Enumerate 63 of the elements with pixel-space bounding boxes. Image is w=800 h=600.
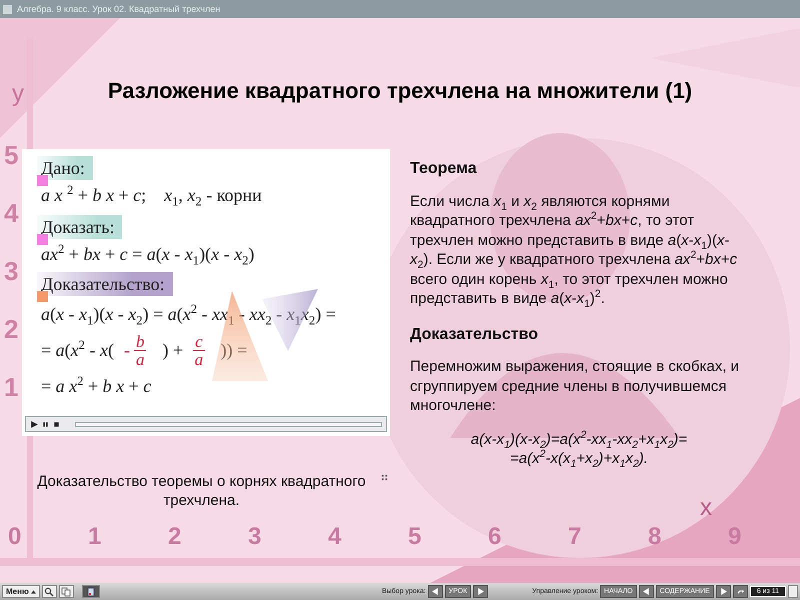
formula: = a(x$^{2}$ - x(: [41, 340, 114, 360]
previous-button[interactable]: [638, 585, 654, 598]
return-button[interactable]: [732, 585, 748, 598]
copy-icon: [61, 586, 72, 596]
section-label: Доказательство:: [37, 272, 173, 296]
next-button[interactable]: [473, 585, 488, 598]
formula: a(x - x$_{1}$)(x - x$_{2}$) = a(x$^{2}$ - xx$_{1}$ - xx$_{2}$ - x$_{1}$x$_{2}$) =: [41, 304, 336, 324]
formula: a(x-x$_{1}$)(x-x$_{2}$)=a(x$^{2}$-xx$_{1}$-xx$_{2}$+x$_{1}$x$_{2}$)=: [470, 430, 688, 449]
app-button[interactable]: [82, 585, 100, 598]
proof-heading: Доказательство: [410, 324, 539, 344]
dots-icon[interactable]: [380, 474, 388, 481]
notebook-icon: [86, 586, 96, 596]
fraction: c a: [193, 332, 205, 368]
copy-button[interactable]: [58, 585, 74, 598]
section-label: Доказать:: [37, 215, 122, 239]
next-button[interactable]: [716, 585, 731, 598]
formula: )) =: [220, 340, 248, 360]
axis-tick-label: 0: [8, 523, 22, 551]
axis-tick-label: 8: [648, 523, 662, 551]
caret-icon: [30, 590, 36, 594]
left-arrow-icon: [642, 588, 650, 595]
return-arrow-icon: [736, 588, 744, 595]
stop-icon[interactable]: [52, 420, 61, 428]
play-icon[interactable]: [30, 420, 39, 428]
formula: = a x$^{2}$ + b x + c: [41, 376, 152, 396]
axis-tick-label: 5: [408, 523, 422, 551]
progress-track[interactable]: [75, 422, 382, 426]
formula: a x $^{2}$ + b x + c; x$_{1}$, x$_{2}$ - корни: [41, 184, 262, 206]
window-title: Алгебра. 9 класс. Урок 02. Квадратный трехчлен: [17, 4, 220, 14]
formula: ) +: [162, 340, 184, 360]
axis-tick-label: 7: [568, 523, 582, 551]
window-icon: [3, 4, 12, 14]
section-label: Дано:: [37, 156, 93, 180]
side-button[interactable]: [788, 585, 798, 598]
axis-tick-label: 5: [4, 144, 20, 166]
formula: =a(x$^{2}$-x(x$_{1}$+x$_{2}$)+x$_{1}$x$_{2}$).: [510, 449, 648, 468]
axis-tick-label: 2: [4, 318, 20, 340]
caption: Доказательство теоремы о корнях квадратного трехчлена.: [36, 472, 367, 510]
slide-title: Разложение квадратного трехчлена на множители (1): [108, 77, 692, 105]
left-arrow-icon: [432, 588, 439, 595]
pause-icon[interactable]: [41, 420, 50, 428]
fraction: b a: [134, 332, 146, 368]
theorem-text: Если числа x$_{1}$ и x$_{2}$ являются корнями квадратного трехчлена ax$^{2}$+bx+c, то этот трехчлен можно представить в виде a(x-x$_{1}$)(x-x$_{2}$). Если же у квадратного трехчлена ax$^{2}$+bx+c всего один корень x$_{1}$, то этот трехчлен можно представить в виде a(x-x$_{1}$)$^{2}$.: [410, 192, 738, 308]
axis-tick-label: 6: [488, 523, 502, 551]
axis-label: x: [700, 494, 712, 522]
axis-tick-label: 3: [4, 260, 20, 282]
axis-label: y: [12, 80, 24, 108]
proof-text: Перемножим выражения, стоящие в скобках, и сгруппируем средние члены в получившемся многочлене:: [410, 357, 740, 416]
right-arrow-icon: [477, 588, 484, 595]
search-button[interactable]: [42, 585, 57, 598]
minus-sign: -: [124, 340, 130, 360]
axis-tick-label: 2: [168, 523, 182, 551]
axis-tick-label: 1: [88, 523, 102, 551]
right-arrow-icon: [720, 588, 727, 595]
theorem-heading: Теорема: [410, 159, 478, 178]
axis-tick-label: 1: [4, 376, 20, 398]
axis-tick-label: 4: [4, 202, 20, 224]
menu-button[interactable]: Меню: [2, 585, 40, 598]
previous-button[interactable]: [428, 585, 443, 598]
axis-tick-label: 3: [248, 523, 262, 551]
formula: ax$^{2}$ + bx + c = a(x - x$_{1}$)(x - x$_{2}$): [41, 244, 254, 264]
axis-tick-label: 4: [328, 523, 342, 551]
search-icon: [44, 586, 54, 596]
